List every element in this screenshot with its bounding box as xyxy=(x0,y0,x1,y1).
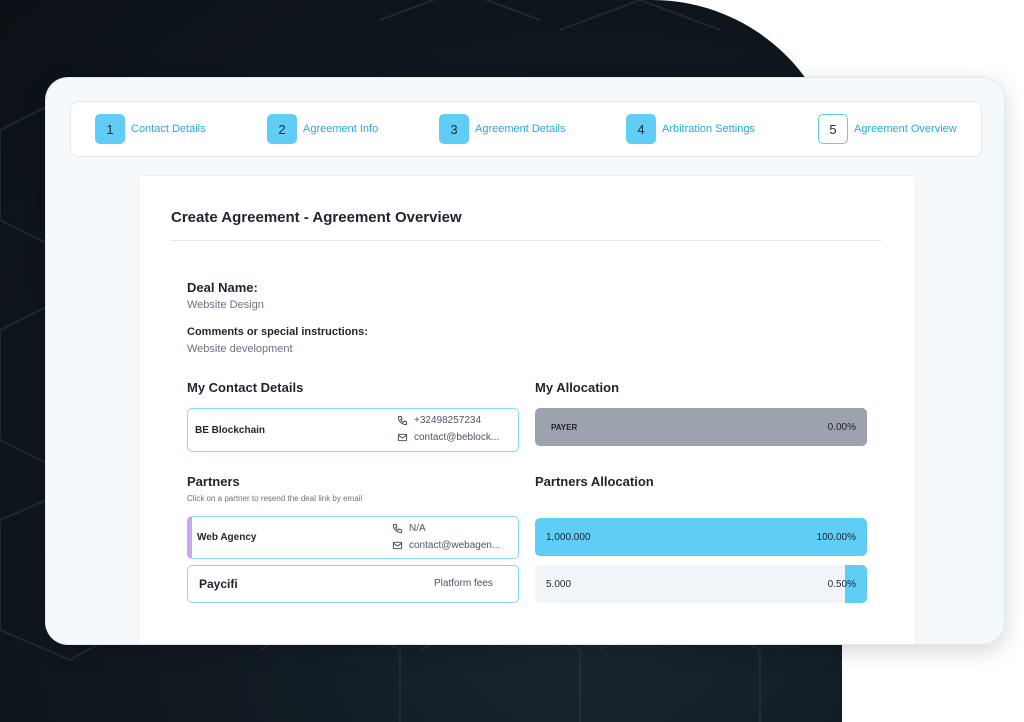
overview-panel: Create Agreement - Agreement Overview De… xyxy=(138,175,916,644)
comments-label: Comments or special instructions: xyxy=(187,326,368,338)
payer-percent: 0.00% xyxy=(827,421,856,433)
partners-allocation-title: Partners Allocation xyxy=(535,474,654,489)
allocation-percent: 0.50% xyxy=(827,578,856,590)
phone-line: N/A xyxy=(392,523,426,534)
partner-card-paycifi[interactable]: Paycifi Platform fees xyxy=(187,565,519,603)
my-contact-card: BE Blockchain +32498257234 contact@beblo… xyxy=(187,408,519,452)
phone-line: +32498257234 xyxy=(397,415,481,426)
email-address: contact@webagen... xyxy=(409,540,501,551)
step-number: 3 xyxy=(439,114,469,144)
main-card: 1 Contact Details 2 Agreement Info 3 Agr… xyxy=(46,78,1004,644)
my-allocation-title: My Allocation xyxy=(535,380,620,395)
step-number: 4 xyxy=(626,114,656,144)
partner-note: Platform fees xyxy=(434,578,493,589)
step-number: 1 xyxy=(95,114,125,144)
step-label: Arbitration Settings xyxy=(662,123,755,135)
step-arbitration-settings[interactable]: 4 Arbitration Settings xyxy=(626,114,755,144)
step-label: Agreement Details xyxy=(475,123,566,135)
partner-name: Paycifi xyxy=(199,577,238,591)
allocation-amount: 5.000 xyxy=(546,578,572,590)
deal-name-value: Website Design xyxy=(187,299,264,311)
step-number: 2 xyxy=(267,114,297,144)
step-contact-details[interactable]: 1 Contact Details xyxy=(95,114,206,144)
partner-allocation-bar: 1,000.000 100.00% xyxy=(535,518,867,556)
page-title: Create Agreement - Agreement Overview xyxy=(171,209,462,226)
partner-card-web-agency[interactable]: Web Agency N/A contact@webagen... xyxy=(187,516,519,559)
stepper: 1 Contact Details 2 Agreement Info 3 Agr… xyxy=(70,101,982,157)
mail-icon xyxy=(397,433,408,442)
step-label: Contact Details xyxy=(131,123,206,135)
email-line: contact@beblock... xyxy=(397,432,499,443)
comments-value: Website development xyxy=(187,343,293,355)
payer-role: PAYER xyxy=(551,422,578,432)
step-agreement-details[interactable]: 3 Agreement Details xyxy=(439,114,566,144)
phone-icon xyxy=(392,523,403,534)
payer-allocation-bar: PAYER 0.00% xyxy=(535,408,867,446)
email-line: contact@webagen... xyxy=(392,540,500,551)
partners-title: Partners xyxy=(187,474,240,489)
allocation-percent: 100.00% xyxy=(816,531,856,543)
contact-name: BE Blockchain xyxy=(195,425,266,436)
step-number: 5 xyxy=(818,114,848,144)
step-label: Agreement Info xyxy=(303,123,379,135)
mail-icon xyxy=(392,541,403,550)
partner-name: Web Agency xyxy=(197,532,257,543)
step-label: Agreement Overview xyxy=(854,123,957,135)
my-contact-title: My Contact Details xyxy=(187,380,304,395)
partner-allocation-bar: 5.000 0.50% xyxy=(535,565,867,603)
phone-icon xyxy=(397,415,408,426)
email-address: contact@beblock... xyxy=(414,432,500,443)
deal-name-label: Deal Name: xyxy=(187,280,258,295)
step-agreement-info[interactable]: 2 Agreement Info xyxy=(267,114,378,144)
phone-number: N/A xyxy=(409,523,426,534)
allocation-amount: 1,000.000 xyxy=(546,531,591,543)
partners-hint: Click on a partner to resend the deal li… xyxy=(187,494,363,503)
step-agreement-overview[interactable]: 5 Agreement Overview xyxy=(818,114,957,144)
title-divider xyxy=(171,240,881,241)
phone-number: +32498257234 xyxy=(414,415,482,426)
